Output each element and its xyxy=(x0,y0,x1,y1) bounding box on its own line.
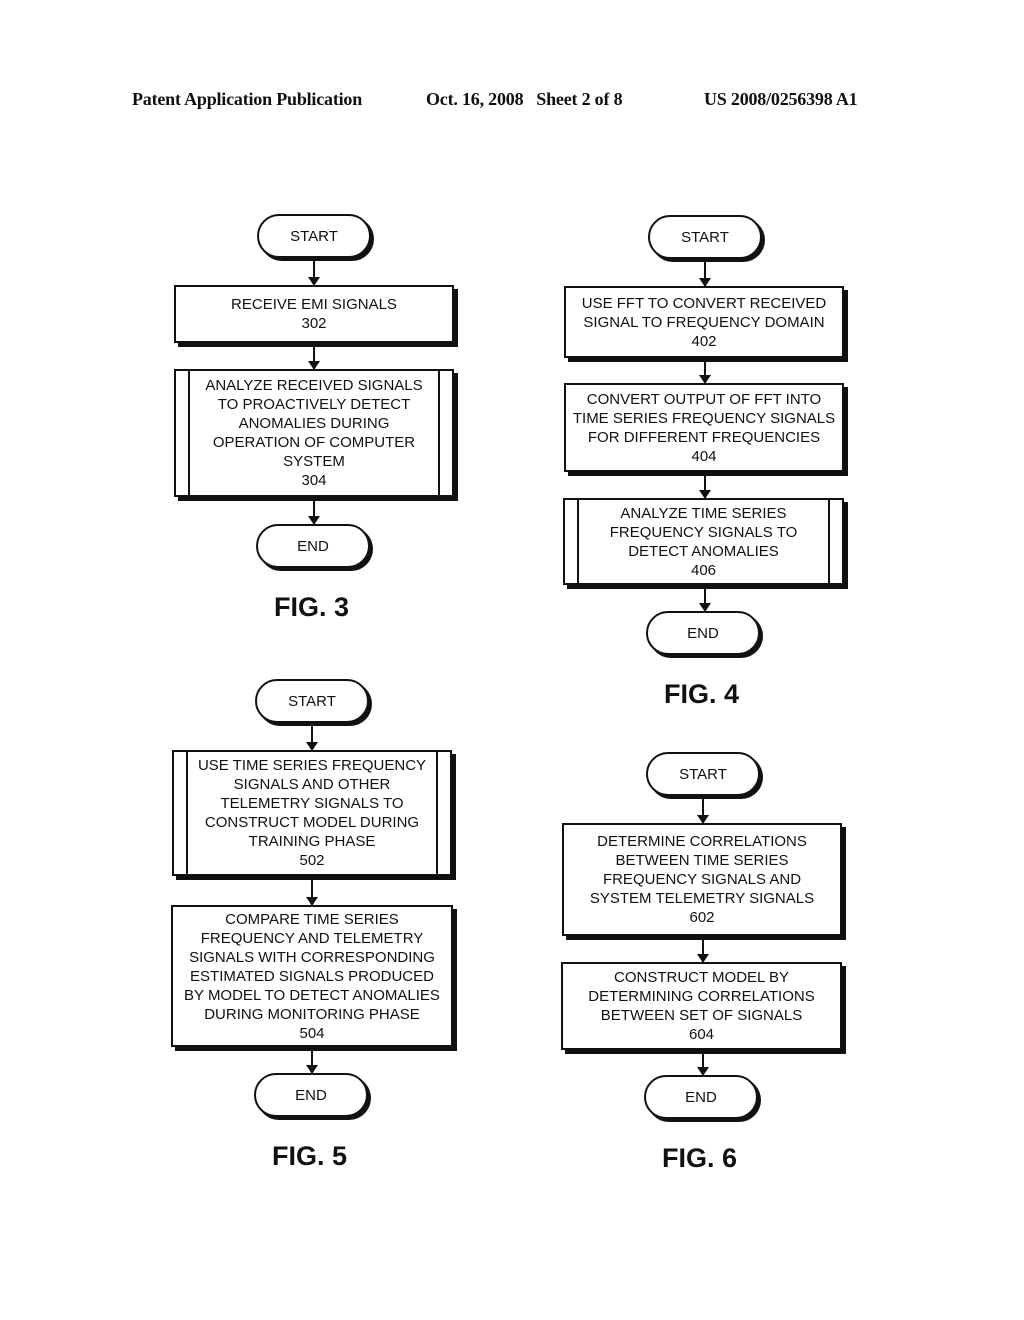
fig4-step-404: CONVERT OUTPUT OF FFT INTO TIME SERIES F… xyxy=(564,383,844,472)
step-ref-number: 402 xyxy=(691,332,717,350)
arrow-icon xyxy=(699,362,711,384)
publication-number: US 2008/0256398 A1 xyxy=(704,89,858,109)
step-text: ESTIMATED SIGNALS PRODUCED xyxy=(190,967,434,985)
step-text: DETERMINING CORRELATIONS xyxy=(588,988,815,1005)
arrow-icon xyxy=(699,476,711,499)
step-text: DETECT ANOMALIES xyxy=(628,542,779,560)
step-text: TELEMETRY SIGNALS TO xyxy=(220,795,404,812)
step-text: BETWEEN TIME SERIES xyxy=(615,852,789,869)
step-ref-number: 504 xyxy=(299,1024,325,1042)
step-text: FREQUENCY AND TELEMETRY xyxy=(200,929,424,947)
step-text: USE FFT TO CONVERT RECEIVED xyxy=(581,294,827,312)
fig3-label: FIG. 3 xyxy=(274,592,350,622)
step-text: FOR DIFFERENT FREQUENCIES xyxy=(587,428,821,446)
fig5-start-terminal: START xyxy=(255,679,369,723)
step-text: CONSTRUCT MODEL DURING xyxy=(204,814,420,831)
fig3-start-terminal: START xyxy=(257,214,371,258)
step-ref-number: 502 xyxy=(299,852,325,869)
fig6-start-terminal: START xyxy=(646,752,760,796)
step-ref-number: 404 xyxy=(691,447,717,465)
step-text: DURING MONITORING PHASE xyxy=(204,1005,420,1023)
step-text: TIME SERIES FREQUENCY SIGNALS xyxy=(572,409,836,427)
step-text: CONVERT OUTPUT OF FFT INTO xyxy=(586,390,822,408)
arrow-icon xyxy=(306,880,318,906)
step-text: SIGNALS WITH CORRESPONDING xyxy=(189,948,435,966)
fig4-label: FIG. 4 xyxy=(664,679,740,709)
step-text: SYSTEM xyxy=(283,453,345,470)
fig4-start-terminal: START xyxy=(648,215,762,259)
step-text: TO PROACTIVELY DETECT xyxy=(217,396,411,413)
step-text: BY MODEL TO DETECT ANOMALIES xyxy=(184,986,440,1004)
step-ref-number: 406 xyxy=(690,561,717,579)
arrow-icon xyxy=(699,259,711,287)
fig4-step-406: ANALYZE TIME SERIES FREQUENCY SIGNALS TO… xyxy=(563,498,844,585)
arrow-icon xyxy=(697,1054,709,1076)
step-text: USE TIME SERIES FREQUENCY xyxy=(197,757,427,774)
step-text: FREQUENCY SIGNALS TO xyxy=(609,523,798,541)
arrow-icon xyxy=(308,501,320,525)
step-text: DETERMINE CORRELATIONS xyxy=(597,833,807,850)
step-text: COMPARE TIME SERIES xyxy=(225,910,399,928)
step-ref-number: 304 xyxy=(301,472,327,489)
step-text: ANALYZE RECEIVED SIGNALS xyxy=(205,377,423,394)
arrow-icon xyxy=(308,347,320,370)
publication-date-sheet: Oct. 16, 2008 Sheet 2 of 8 xyxy=(426,89,623,109)
arrow-icon xyxy=(308,258,320,286)
step-ref-number: 604 xyxy=(688,1026,715,1043)
step-text: ANALYZE TIME SERIES xyxy=(620,504,787,522)
step-text: SIGNALS AND OTHER xyxy=(233,776,391,793)
fig6-end-terminal: END xyxy=(644,1075,758,1119)
arrow-icon xyxy=(697,940,709,963)
arrow-icon xyxy=(697,796,709,824)
fig5-end-terminal: END xyxy=(254,1073,368,1117)
arrow-icon xyxy=(306,1051,318,1074)
fig4-end-terminal: END xyxy=(646,611,760,655)
step-ref-number: 302 xyxy=(301,315,327,332)
fig3-step-302: RECEIVE EMI SIGNALS 302 xyxy=(174,285,454,343)
fig3-step-304: ANALYZE RECEIVED SIGNALS TO PROACTIVELY … xyxy=(174,369,454,497)
fig3-end-terminal: END xyxy=(256,524,370,568)
step-text: RECEIVE EMI SIGNALS xyxy=(231,296,397,313)
arrow-icon xyxy=(699,589,711,612)
fig5-step-504: COMPARE TIME SERIES FREQUENCY AND TELEME… xyxy=(171,905,453,1047)
step-text: CONSTRUCT MODEL BY xyxy=(613,969,790,986)
fig4-step-402: USE FFT TO CONVERT RECEIVED SIGNAL TO FR… xyxy=(564,286,844,358)
step-text: SIGNAL TO FREQUENCY DOMAIN xyxy=(583,313,825,331)
fig6-label: FIG. 6 xyxy=(662,1143,738,1173)
step-text: SYSTEM TELEMETRY SIGNALS xyxy=(589,890,815,907)
arrow-icon xyxy=(306,723,318,751)
publication-title: Patent Application Publication xyxy=(132,89,363,109)
step-text: TRAINING PHASE xyxy=(248,833,376,850)
step-text: ANOMALIES DURING xyxy=(238,415,390,432)
fig6-step-602: DETERMINE CORRELATIONS BETWEEN TIME SERI… xyxy=(562,823,842,936)
fig5-label: FIG. 5 xyxy=(272,1141,348,1171)
fig5-step-502: USE TIME SERIES FREQUENCY SIGNALS AND OT… xyxy=(172,750,452,876)
step-text: BETWEEN SET OF SIGNALS xyxy=(600,1007,803,1024)
step-text: FREQUENCY SIGNALS AND xyxy=(602,871,802,888)
step-ref-number: 602 xyxy=(689,909,715,926)
fig6-step-604: CONSTRUCT MODEL BY DETERMINING CORRELATI… xyxy=(561,962,842,1050)
step-text: OPERATION OF COMPUTER xyxy=(212,434,416,451)
